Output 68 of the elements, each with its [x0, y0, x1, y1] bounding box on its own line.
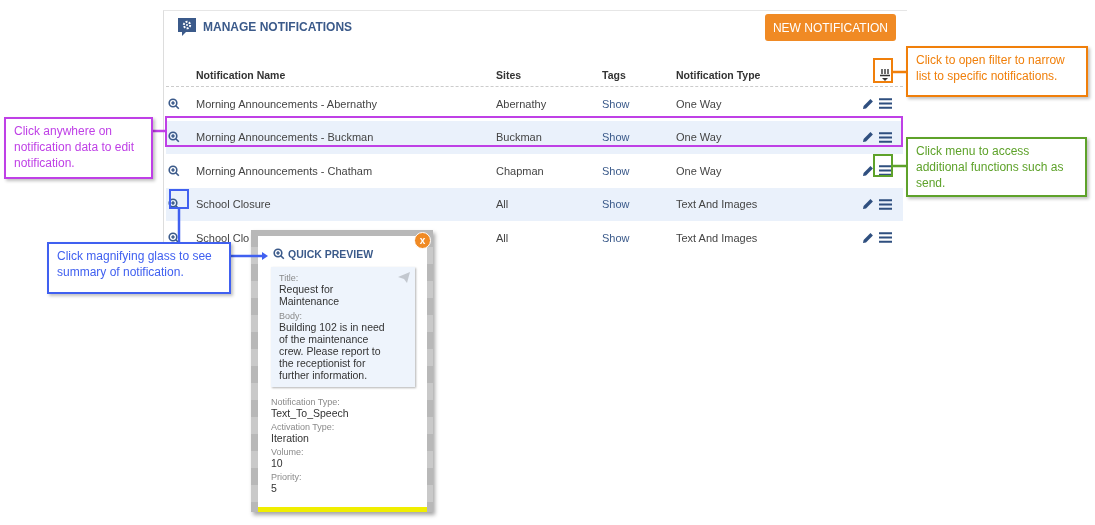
menu-icon[interactable] [879, 198, 892, 210]
site-cell: Chapman [496, 164, 544, 177]
magnifier-icon [273, 248, 285, 260]
type-cell: Text And Images [676, 198, 758, 211]
notification-name: Morning Announcements - Abernathy [196, 97, 377, 110]
field-value: Iteration [271, 432, 310, 444]
field-value: 5 [271, 482, 278, 494]
field-value: Text_To_Speech [271, 407, 350, 419]
field-label: Volume: [271, 447, 305, 457]
menu-icon[interactable] [879, 98, 892, 110]
column-header[interactable]: Notification Name [196, 69, 286, 81]
tags-link[interactable]: Show [602, 198, 630, 211]
tags-link[interactable]: Show [602, 231, 630, 244]
notification-name: School Closure [196, 198, 271, 211]
notification-name: School Clo [196, 231, 250, 244]
callout-note: Click magnifying glass to see summary of notification. [47, 242, 231, 294]
preview-title: QUICK PREVIEW [288, 248, 374, 260]
column-header[interactable]: Tags [602, 69, 626, 81]
table-row[interactable]: Morning Announcements - Chatham Chapman Show One Way [166, 154, 903, 188]
menu-icon[interactable] [879, 232, 892, 244]
highlight-outline [873, 58, 893, 83]
table-row[interactable]: Morning Announcements - Buckman Buckman Show One Way [166, 120, 903, 154]
field-label: Activation Type: [271, 422, 336, 432]
field-label: Body: [279, 311, 303, 321]
pencil-icon[interactable] [862, 97, 874, 110]
column-header[interactable]: Sites [496, 69, 522, 81]
menu-icon[interactable] [879, 165, 892, 177]
type-cell: One Way [676, 164, 722, 177]
field-label: Notification Type: [271, 397, 341, 407]
pencil-icon[interactable] [862, 231, 874, 244]
highlight-outline [873, 154, 893, 177]
table-row[interactable]: School Closure All Show Text And Images [166, 187, 903, 221]
magnifier-icon[interactable] [168, 131, 180, 144]
menu-icon[interactable] [879, 131, 892, 143]
page-title: MANAGE NOTIFICATIONS [203, 19, 353, 34]
filter-icon[interactable] [879, 68, 891, 82]
site-cell: Buckman [496, 131, 542, 144]
site-cell: All [496, 231, 509, 244]
tags-link[interactable]: Show [602, 97, 630, 110]
pencil-icon[interactable] [862, 131, 874, 144]
leader-line [177, 209, 181, 242]
pencil-icon[interactable] [862, 198, 874, 211]
leader-arrow [231, 252, 268, 260]
callout-note: Click to open filter to narrow list to specific notifications. [906, 46, 1088, 97]
pencil-icon[interactable] [862, 164, 874, 177]
callout-note: Click anywhere on notification data to edit notification. [4, 117, 153, 179]
magnifier-icon[interactable] [168, 97, 180, 110]
field-value: Building 102 is in need of the maintenance crew. Please report to the receptionist for further information. [279, 321, 386, 381]
table-row[interactable]: Morning Announcements - Abernathy Abernathy Show One Way [166, 87, 903, 121]
magnifier-icon[interactable] [168, 164, 180, 177]
type-cell: Text And Images [676, 231, 758, 244]
field-label: Priority: [271, 472, 303, 482]
tags-link[interactable]: Show [602, 131, 630, 144]
callout-note: Click menu to access additional functions such as send. [906, 137, 1087, 197]
site-cell: Abernathy [496, 97, 547, 110]
highlight-outline [169, 189, 189, 209]
field-label: Title: [279, 273, 300, 283]
settings-chat-icon [178, 18, 196, 37]
tags-link[interactable]: Show [602, 164, 630, 177]
field-value: Request for Maintenance [279, 283, 341, 307]
type-cell: One Way [676, 97, 722, 110]
field-value: 10 [271, 457, 284, 469]
type-cell: One Way [676, 131, 722, 144]
site-cell: All [496, 198, 509, 211]
notification-name: Morning Announcements - Buckman [196, 131, 374, 144]
magnifier-icon[interactable] [168, 231, 180, 244]
notification-name: Morning Announcements - Chatham [196, 164, 373, 177]
column-header[interactable]: Notification Type [676, 69, 761, 81]
